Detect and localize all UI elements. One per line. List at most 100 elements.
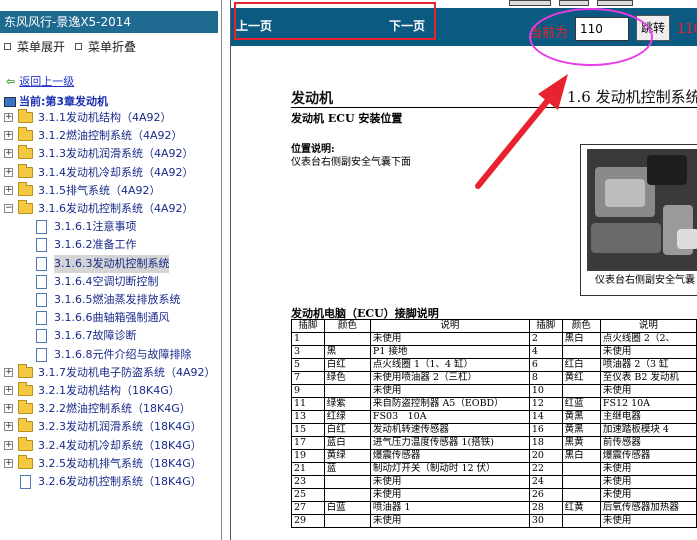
table-cell: FS03 10A: [369, 410, 530, 424]
table-cell: 22: [528, 462, 563, 476]
expand-icon: [4, 43, 11, 50]
table-cell: 进气压力温度传感器 1(搭铁): [369, 436, 530, 450]
tree-item-label: 3.2.1发动机结构（18K4G）: [38, 384, 180, 397]
tree-item-label: 3.1.4发动机冷却系统（4A92）: [38, 166, 194, 179]
tree-folder-item[interactable]: +3.2.5发动机排气系统（18K4G）: [0, 455, 221, 473]
menu-expand-label: 菜单展开: [17, 40, 66, 54]
menu-expand-button[interactable]: 菜单展开: [4, 40, 65, 54]
table-cell: 蓝白: [323, 436, 371, 450]
table-row: 17 蓝白 进气压力温度传感器 1(搭铁) 18 黑黄 前传感器: [291, 436, 697, 450]
expand-toggle-icon[interactable]: +: [4, 459, 13, 468]
tree-doc-item[interactable]: 3.1.6.3发动机控制系统: [0, 255, 221, 273]
table-cell: 29: [291, 514, 325, 528]
tree-doc-item[interactable]: 3.1.6.1注意事项: [0, 218, 221, 236]
tree-item-label: 3.2.6发动机控制系统（18K4G）: [38, 475, 202, 488]
table-cell: 10: [528, 384, 563, 398]
table-cell: 4: [528, 345, 563, 359]
pin-table: 插脚 颜色 说明 插脚 颜色 说明 1 未使用 2 黑白 点火线圈 2（2、 3 黑 P1 接地 4 未使用…: [291, 319, 697, 528]
table-cell: [323, 332, 371, 346]
table-cell: [323, 514, 371, 528]
tree-folder-item[interactable]: − 3.1.6发动机控制系统（4A92）: [0, 200, 221, 218]
tree-item-label: 3.1.6.8元件介绍与故障排除: [54, 348, 192, 361]
expand-toggle-icon[interactable]: +: [4, 113, 13, 122]
table-cell: [561, 488, 601, 502]
table-cell: 主继电器: [599, 410, 697, 424]
expand-toggle-icon[interactable]: +: [4, 149, 13, 158]
back-link[interactable]: ⇦ 返回上一级: [6, 73, 74, 89]
folder-icon: [18, 182, 33, 196]
table-cell: 2: [528, 332, 563, 346]
table-cell: 7: [291, 371, 325, 385]
table-cell: 黄黑: [561, 423, 601, 437]
table-cell: [323, 384, 371, 398]
window-button[interactable]: [509, 0, 551, 6]
tree-folder-item[interactable]: +3.1.5排气系统（4A92）: [0, 182, 221, 200]
tree-item-label: 3.1.6.5燃油蒸发排放系统: [54, 293, 181, 306]
nav-highlight-box: [234, 2, 436, 40]
table-cell: 26: [528, 488, 563, 502]
table-cell: 5: [291, 358, 325, 372]
tree-item-label: 3.1.6.1注意事项: [54, 220, 137, 233]
table-cell: 黑黄: [561, 436, 601, 450]
tree-doc-item[interactable]: 3.1.6.4空调切断控制: [0, 273, 221, 291]
table-cell: 23: [291, 475, 325, 489]
tree-folder-item[interactable]: +3.1.3发动机润滑系统（4A92）: [0, 145, 221, 163]
table-cell: 未使用: [599, 514, 697, 528]
expand-toggle-icon[interactable]: +: [4, 168, 13, 177]
table-cell: 6: [528, 358, 563, 372]
table-cell: 16: [528, 423, 563, 437]
table-cell: 11: [291, 397, 325, 411]
tree-folder-item[interactable]: +3.2.3发动机润滑系统（18K4G）: [0, 418, 221, 436]
tree-folder-item[interactable]: +3.2.4发动机冷却系统（18K4G）: [0, 437, 221, 455]
photo-caption: 仪表台右侧副安全气囊: [595, 275, 695, 286]
tree-folder-item[interactable]: +3.2.2燃油控制系统（18K4G）: [0, 400, 221, 418]
tree-item-label: 3.2.5发动机排气系统（18K4G）: [38, 457, 202, 470]
table-row: 13 红绿 FS03 10A 14 黄黑 主继电器: [291, 410, 697, 424]
tree-doc-item[interactable]: 3.1.6.5燃油蒸发排放系统: [0, 291, 221, 309]
table-cell: 前传感器: [599, 436, 697, 450]
tree-doc-item[interactable]: 3.1.6.6曲轴箱强制通风: [0, 309, 221, 327]
tree-folder-item[interactable]: +3.1.2燃油控制系统（4A92）: [0, 127, 221, 145]
table-cell: 喷油器 1: [369, 501, 530, 515]
table-cell: [561, 345, 601, 359]
expand-toggle-icon[interactable]: +: [4, 386, 13, 395]
table-cell: 红白: [561, 358, 601, 372]
expand-toggle-icon[interactable]: +: [4, 131, 13, 140]
pin-table-header: 插脚 颜色 说明 插脚 颜色 说明: [291, 319, 697, 333]
position-text: 仪表台右侧副安全气囊下面: [291, 157, 411, 168]
expand-toggle-icon[interactable]: +: [4, 422, 13, 431]
table-cell: 20: [528, 449, 563, 463]
folder-icon: [18, 127, 33, 141]
table-cell: 30: [528, 514, 563, 528]
tree-folder-item[interactable]: +3.1.1发动机结构（4A92）: [0, 109, 221, 127]
collapse-toggle-icon[interactable]: −: [4, 204, 13, 213]
tree-folder-item[interactable]: +3.1.4发动机冷却系统（4A92）: [0, 164, 221, 182]
table-cell: 黄绿: [323, 449, 371, 463]
tree-doc-item[interactable]: 3.2.6发动机控制系统（18K4G）: [0, 473, 221, 491]
folder-icon: [18, 455, 33, 469]
window-button[interactable]: [597, 0, 633, 6]
table-cell: FS12 10A: [599, 397, 697, 411]
pin-table-header-cell: 颜色: [561, 319, 601, 333]
tree-doc-item[interactable]: 3.1.6.2准备工作: [0, 236, 221, 254]
document-icon: [36, 257, 47, 271]
menu-collapse-button[interactable]: 菜单折叠: [75, 40, 136, 54]
expand-toggle-icon[interactable]: +: [4, 441, 13, 450]
tree-folder-item[interactable]: +3.1.7发动机电子防盗系统（4A92）: [0, 364, 221, 382]
table-row: 29 未使用 30 未使用: [291, 514, 697, 528]
document-viewer: 87038 上一页 下一页 当前为 跳转 110 发动机 1.6 发动机控制系统…: [230, 0, 697, 540]
table-cell: 17: [291, 436, 325, 450]
expand-toggle-icon[interactable]: +: [4, 186, 13, 195]
menu-collapse-label: 菜单折叠: [88, 40, 137, 54]
window-button[interactable]: [559, 0, 589, 6]
document-icon: [36, 293, 47, 307]
tree-item-label: 3.1.7发动机电子防盗系统（4A92）: [38, 366, 216, 379]
folder-icon: [18, 400, 33, 414]
expand-toggle-icon[interactable]: +: [4, 404, 13, 413]
tree-folder-item[interactable]: +3.2.1发动机结构（18K4G）: [0, 382, 221, 400]
tree-doc-item[interactable]: 3.1.6.7故障诊断: [0, 327, 221, 345]
table-cell: 28: [528, 501, 563, 515]
expand-toggle-icon[interactable]: +: [4, 368, 13, 377]
table-cell: 绿紫: [323, 397, 371, 411]
tree-doc-item[interactable]: 3.1.6.8元件介绍与故障排除: [0, 346, 221, 364]
